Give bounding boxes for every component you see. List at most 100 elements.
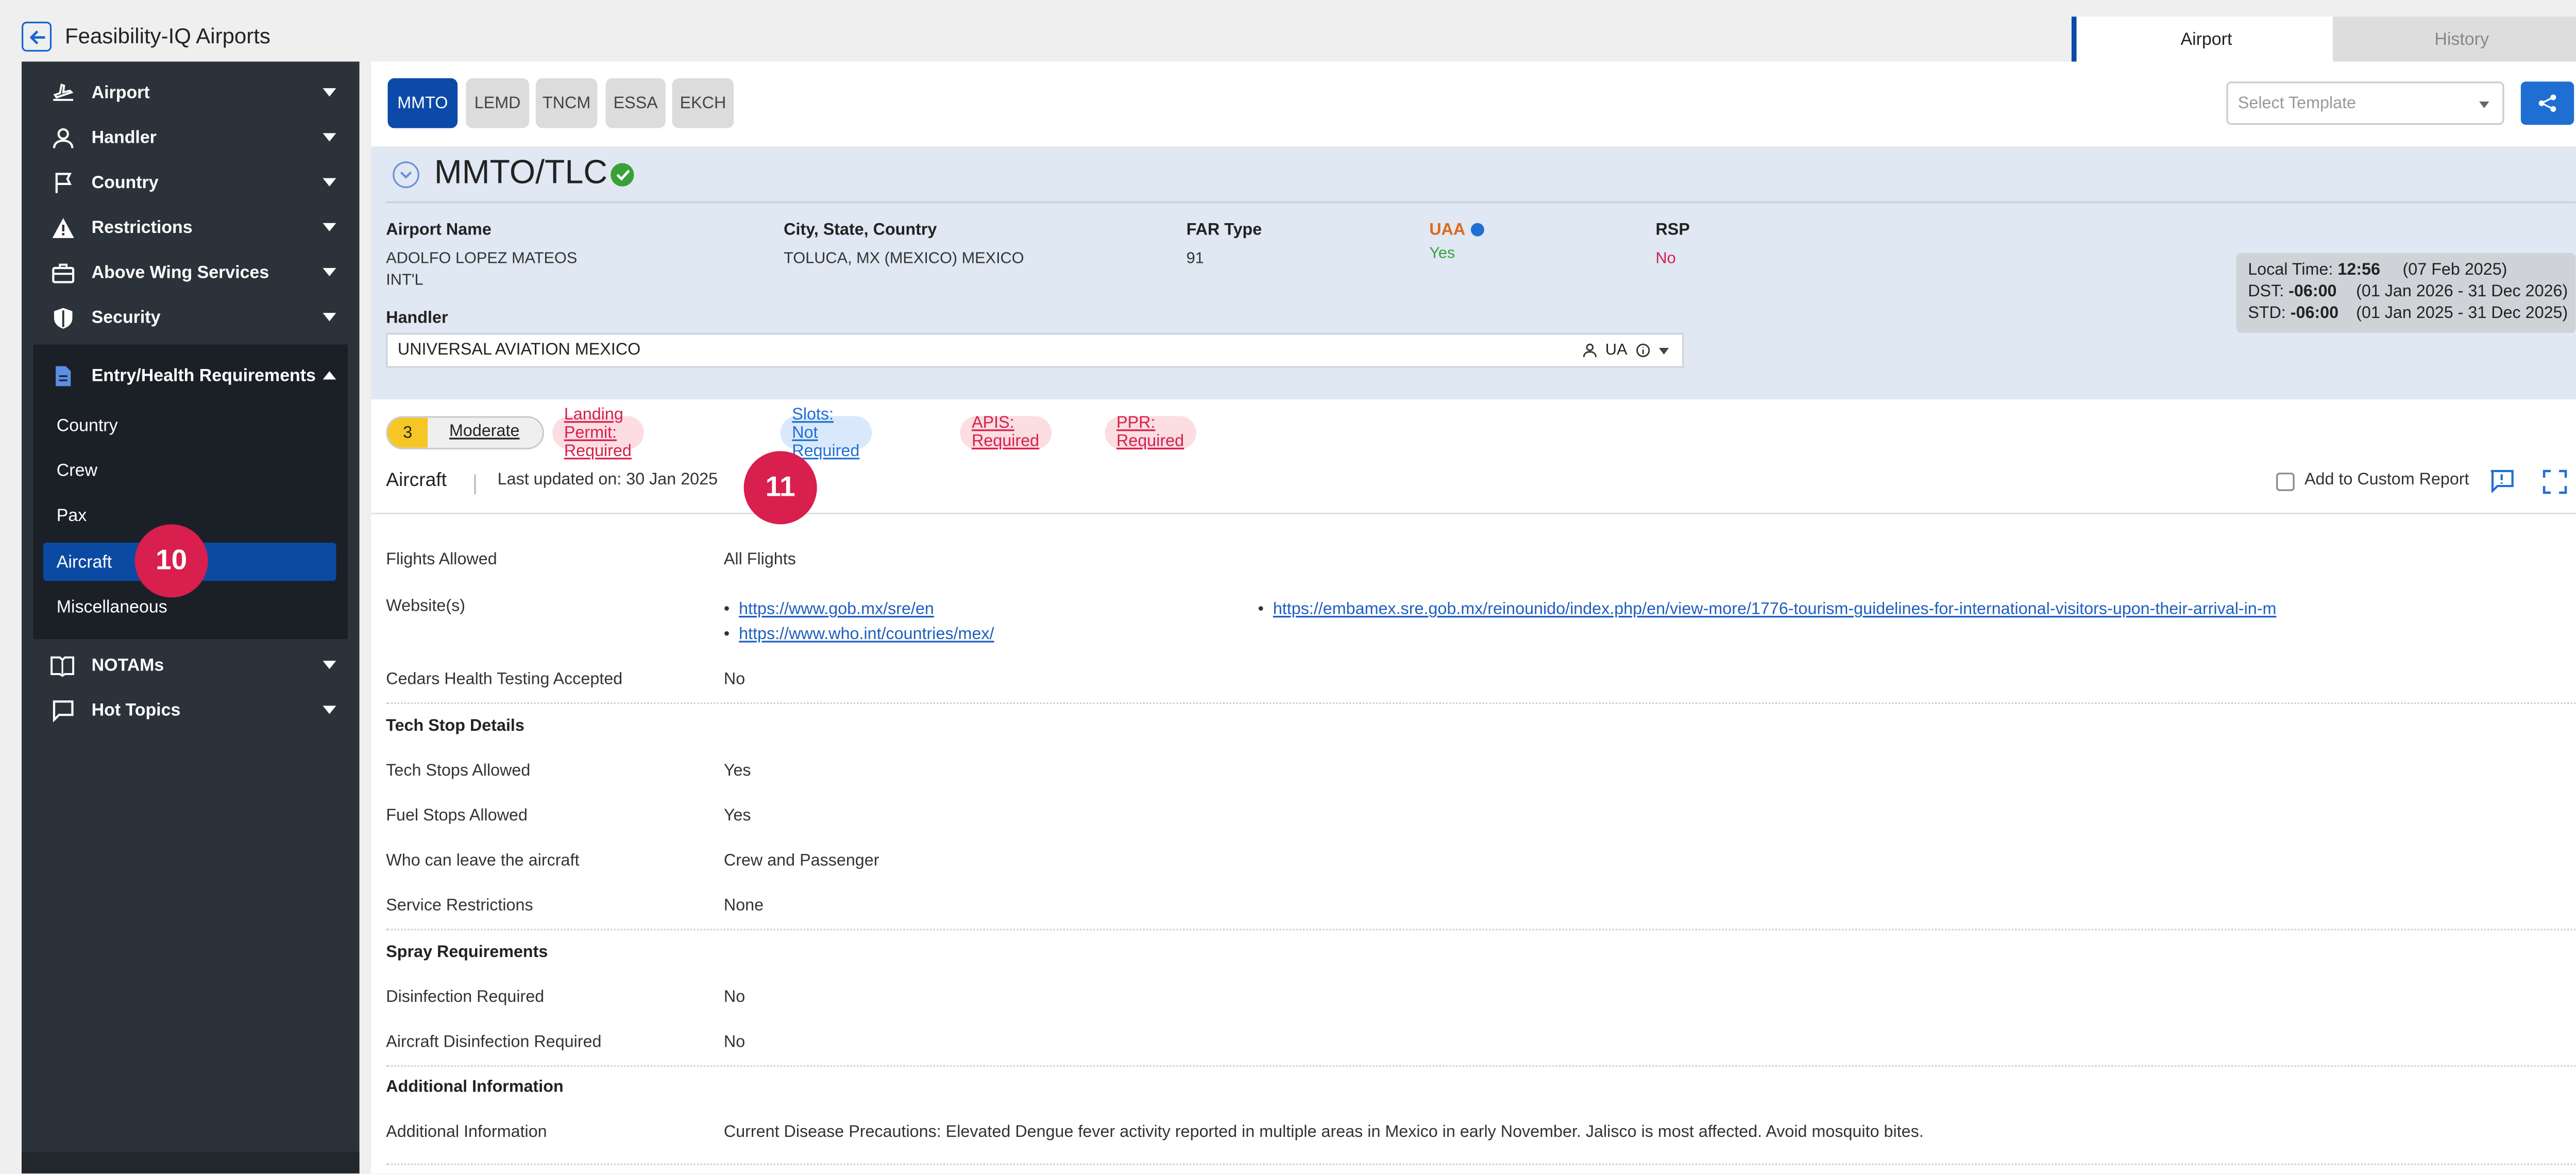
sidebar-item-label: Country	[91, 172, 159, 193]
custom-report-checkbox[interactable]	[2276, 473, 2295, 491]
dst-value: -06:00	[2289, 283, 2337, 301]
local-time-date: (07 Feb 2025)	[2402, 261, 2507, 280]
divider	[386, 929, 2576, 931]
share-button[interactable]	[2520, 81, 2574, 125]
document-icon	[50, 363, 75, 388]
dst-label: DST:	[2248, 283, 2284, 301]
apis-pill[interactable]: APIS: Required	[960, 414, 1051, 451]
caret-down-icon	[323, 661, 336, 669]
tab-history[interactable]: History	[2332, 16, 2576, 62]
website-link[interactable]: https://www.who.int/countries/mex/	[739, 626, 994, 644]
additional-heading: Additional Information	[386, 1078, 564, 1097]
divider	[371, 512, 2576, 514]
sidebar-item-hot-topics[interactable]: Hot Topics	[22, 687, 360, 732]
airport-code: MMTO/TLC	[434, 155, 608, 192]
flights-allowed-label: Flights Allowed	[386, 550, 497, 569]
airport-tab-essa[interactable]: ESSA	[605, 78, 666, 128]
website-link[interactable]: https://www.gob.mx/sre/en	[739, 601, 934, 619]
fullscreen-icon[interactable]	[2543, 469, 2567, 494]
uaa-label: UAA	[1429, 221, 1466, 240]
tech-stops-value: Yes	[723, 762, 751, 781]
user-icon	[50, 125, 75, 149]
sidebar-footer	[21, 1151, 360, 1173]
sidebar-item-security[interactable]: Security	[22, 295, 360, 340]
warning-icon	[50, 215, 75, 240]
sidebar-item-label: Entry/Health Requirements	[91, 365, 316, 385]
spray-heading: Spray Requirements	[386, 944, 548, 962]
caret-down-icon	[323, 267, 336, 277]
app-title: Feasibility-IQ Airports	[64, 23, 270, 48]
sidebar-item-above-wing[interactable]: Above Wing Services	[22, 249, 360, 294]
caret-down-icon	[323, 178, 336, 187]
caret-down-icon	[2479, 102, 2489, 108]
caret-down-icon	[1658, 347, 1669, 354]
sidebar-item-notams[interactable]: NOTAMs	[22, 643, 360, 687]
sidebar: Airport Handler Country Restrictions Abo…	[21, 61, 360, 1173]
divider	[474, 474, 476, 495]
time-info-box: Local Time: 12:56 (07 Feb 2025) DST: -06…	[2236, 253, 2576, 333]
cedars-value: No	[723, 670, 745, 690]
marker-10: 10	[134, 524, 208, 598]
landing-permit-pill[interactable]: Landing Permit: Required	[552, 405, 643, 460]
local-time-row: Local Time: 12:56	[2248, 261, 2380, 280]
submenu-item-miscellaneous[interactable]: Miscellaneous	[57, 597, 167, 617]
flag-icon	[50, 170, 75, 194]
std-row: STD: -06:00	[2248, 305, 2338, 323]
sidebar-item-handler[interactable]: Handler	[22, 115, 360, 160]
risk-level: Moderate	[449, 423, 520, 441]
marker-11: 11	[743, 451, 817, 525]
dst-range: (01 Jan 2026 - 31 Dec 2026)	[2356, 283, 2568, 301]
tab-airport[interactable]: Airport	[2071, 16, 2336, 62]
chevron-down-icon[interactable]	[393, 161, 419, 188]
risk-badge[interactable]: 3 Moderate	[386, 416, 545, 449]
check-circle-icon	[611, 163, 634, 187]
websites-label: Website(s)	[386, 597, 466, 616]
who-leave-value: Crew and Passenger	[723, 852, 879, 871]
sidebar-item-airport[interactable]: Airport	[22, 70, 360, 115]
sidebar-item-country[interactable]: Country	[22, 160, 360, 205]
ppr-pill[interactable]: PPR: Required	[1105, 414, 1196, 451]
std-label: STD:	[2248, 305, 2286, 323]
airport-info-panel: MMTO/TLC Airport Name ADOLFO LOPEZ MATEO…	[371, 146, 2576, 400]
back-button[interactable]	[21, 21, 52, 52]
briefcase-icon	[50, 260, 75, 284]
uaa-field: UAA	[1429, 222, 1484, 240]
fuel-stops-label: Fuel Stops Allowed	[386, 807, 528, 826]
arrow-left-icon	[28, 29, 44, 44]
sidebar-item-entry-health[interactable]: Entry/Health Requirements	[22, 353, 360, 398]
template-select[interactable]: Select Template	[2226, 81, 2504, 125]
sidebar-item-label: Hot Topics	[91, 700, 181, 720]
info-icon[interactable]	[1636, 343, 1651, 358]
sidebar-item-restrictions[interactable]: Restrictions	[22, 205, 360, 249]
submenu-item-pax[interactable]: Pax	[57, 506, 87, 526]
website-link[interactable]: https://embamex.sre.gob.mx/reinounido/in…	[1273, 601, 2277, 619]
submenu-item-country[interactable]: Country	[57, 416, 118, 436]
caret-up-icon	[323, 371, 336, 380]
caret-down-icon	[323, 313, 336, 322]
submenu-item-crew[interactable]: Crew	[57, 461, 97, 481]
airport-tab-ekch[interactable]: EKCH	[672, 78, 734, 128]
airport-tab-tncm[interactable]: TNCM	[535, 78, 598, 128]
divider	[386, 201, 2576, 204]
additional-value: Current Disease Precautions: Elevated De…	[723, 1123, 1924, 1142]
slots-pill[interactable]: Slots: Not Required	[780, 405, 871, 460]
tech-stops-label: Tech Stops Allowed	[386, 762, 531, 781]
caret-down-icon	[323, 133, 336, 142]
entry-health-submenu: Entry/Health Requirements Country Crew P…	[33, 344, 348, 640]
std-value: -06:00	[2290, 305, 2339, 323]
website-item: • https://www.who.int/countries/mex/	[723, 626, 994, 644]
uaa-value: Yes	[1429, 244, 1455, 263]
city-value: TOLUCA, MX (MEXICO) MEXICO	[784, 249, 1024, 268]
local-time-label: Local Time:	[2248, 261, 2333, 280]
airport-tab-lemd[interactable]: LEMD	[466, 78, 530, 128]
airport-tab-mmto[interactable]: MMTO	[387, 78, 458, 128]
city-label: City, State, Country	[784, 221, 937, 240]
comment-alert-icon[interactable]	[2489, 469, 2514, 493]
caret-down-icon	[323, 223, 336, 231]
airport-name-line1: ADOLFO LOPEZ MATEOS	[386, 249, 578, 268]
handler-meta: UA	[1582, 341, 1669, 360]
far-type-label: FAR Type	[1186, 221, 1262, 240]
sidebar-item-label: NOTAMs	[91, 655, 164, 675]
info-icon[interactable]	[1470, 223, 1484, 237]
handler-select[interactable]: UNIVERSAL AVIATION MEXICO UA	[386, 332, 1684, 368]
